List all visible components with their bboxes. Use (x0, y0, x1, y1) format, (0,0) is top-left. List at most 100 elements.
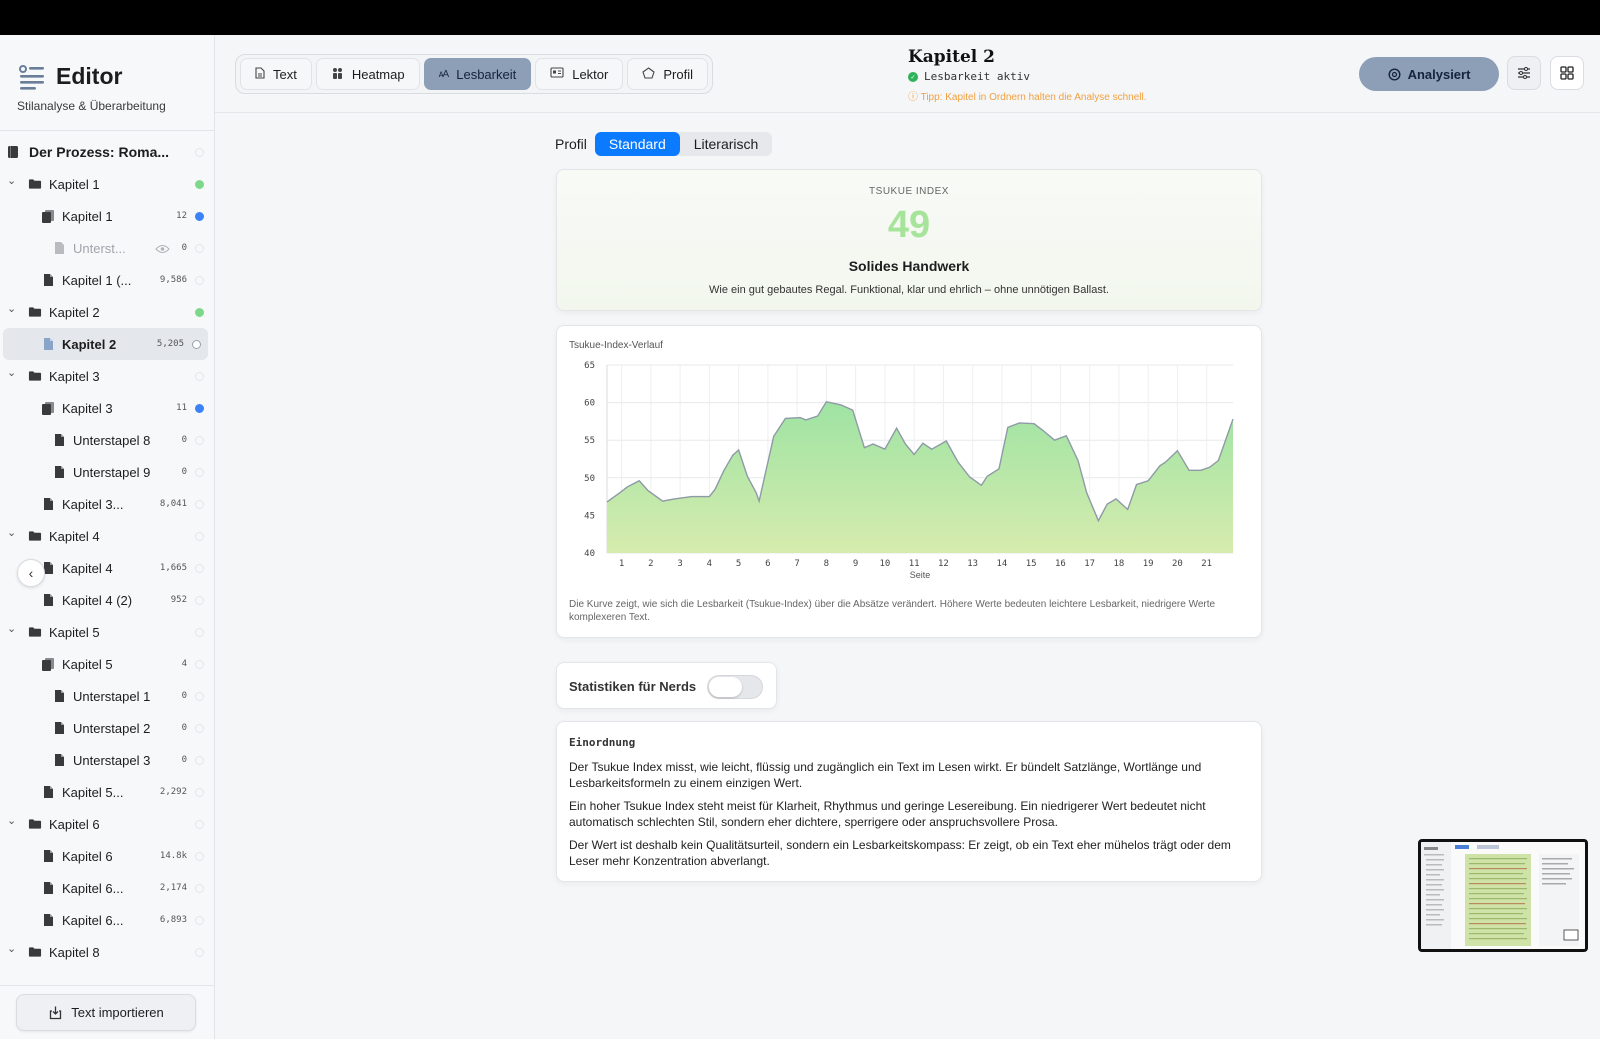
sidebar-item[interactable]: Unterstapel 2 0 (0, 712, 214, 744)
window-preview-thumbnail[interactable] (1418, 839, 1588, 952)
chevron-down-icon[interactable]: ⌄ (7, 366, 17, 379)
document-icon (52, 433, 66, 447)
sidebar-item[interactable]: ⌄ Kapitel 5 (0, 616, 214, 648)
status-dot (195, 915, 204, 925)
word-count: 952 (170, 595, 187, 605)
view-tabs: Text Heatmap ᴀA Lesbarkeit Lektor Profil (235, 54, 713, 94)
chart-title: Tsukue-Index-Verlauf (569, 340, 663, 351)
sidebar-item[interactable]: Kapitel 5... 2,292 (0, 776, 214, 808)
sidebar-item[interactable]: ⌄ Kapitel 6 (0, 808, 214, 840)
sidebar-item[interactable]: ⌄ Kapitel 4 (0, 520, 214, 552)
grid-view-button[interactable] (1550, 56, 1584, 90)
analyse-button[interactable]: Analysiert (1359, 57, 1499, 91)
sidebar-item[interactable]: ⌄ Kapitel 8 (0, 936, 214, 968)
document-icon (52, 753, 66, 767)
grid-icon (1560, 66, 1574, 80)
sidebar-item[interactable]: Kapitel 3... 8,041 (0, 488, 214, 520)
tab-profil[interactable]: Profil (627, 58, 708, 90)
eye-icon[interactable] (155, 242, 170, 257)
document-icon (41, 273, 55, 287)
classification-paragraph: Der Tsukue Index misst, wie leicht, flüs… (569, 760, 1202, 790)
word-count: 1,665 (159, 563, 187, 573)
index-chart-card: Tsukue-Index-Verlauf 40 45 50 55 60 65 1 2 3 4 5 6 7… (556, 325, 1262, 638)
chevron-down-icon[interactable]: ⌄ (7, 622, 17, 635)
chevron-down-icon[interactable]: ⌄ (7, 942, 17, 955)
classification-paragraph: Ein hoher Tsukue Index steht meist für K… (569, 799, 1206, 829)
sidebar-item[interactable]: Kapitel 6 14.8k (0, 840, 214, 872)
nerd-stats-toggle[interactable] (707, 675, 763, 699)
x-tick-label: 7 (794, 559, 799, 569)
sidebar-item-label: Kapitel 8 (49, 944, 100, 960)
sidebar-item[interactable]: Der Prozess: Roma... (0, 136, 214, 168)
sidebar-item[interactable]: Kapitel 4 (2) 952 (0, 584, 214, 616)
sidebar-item[interactable]: Kapitel 6... 2,174 (0, 872, 214, 904)
tab-lektor[interactable]: Lektor (535, 58, 624, 90)
sidebar-item[interactable]: ⌄ Kapitel 1 (0, 168, 214, 200)
sidebar-item-label: Unterstapel 1 (73, 688, 151, 704)
import-text-button[interactable]: Text importieren (16, 994, 196, 1031)
sidebar-item[interactable]: Kapitel 3 11 (0, 392, 214, 424)
tab-label: Lesbarkeit (456, 66, 517, 82)
y-tick-label: 60 (584, 399, 595, 409)
sidebar-item[interactable]: ⌄ Kapitel 2 (0, 296, 214, 328)
editor-list-icon (19, 64, 44, 90)
analyse-label: Analysiert (1407, 66, 1471, 82)
chevron-down-icon[interactable]: ⌄ (7, 814, 17, 827)
divider (0, 130, 214, 131)
folder-icon (28, 305, 42, 319)
sidebar-item[interactable]: Unterstapel 9 0 (0, 456, 214, 488)
status-dot (195, 851, 204, 861)
chevron-down-icon[interactable]: ⌄ (7, 526, 17, 539)
folder-icon (28, 817, 42, 831)
sidebar-item[interactable]: Kapitel 6... 6,893 (0, 904, 214, 936)
sidebar-item[interactable]: Unterstapel 1 0 (0, 680, 214, 712)
chart-note: Die Kurve zeigt, wie sich die Lesbarkeit… (569, 599, 1216, 623)
sidebar-item-label: Kapitel 6 (49, 816, 100, 832)
document-icon (41, 337, 55, 351)
word-count: 2,292 (159, 787, 187, 797)
sidebar-item[interactable]: Unterstapel 8 0 (0, 424, 214, 456)
sidebar-item[interactable]: Kapitel 1 12 (0, 200, 214, 232)
word-count: 6,893 (159, 915, 187, 925)
word-count: 0 (181, 755, 187, 765)
word-count: 12 (176, 211, 187, 221)
sidebar-item-label: Kapitel 6... (62, 880, 124, 896)
document-icon (52, 721, 66, 735)
chevron-down-icon[interactable]: ⌄ (7, 302, 17, 315)
status-dot (195, 307, 204, 317)
x-tick-label: 20 (1172, 559, 1183, 569)
chevron-down-icon[interactable]: ⌄ (7, 174, 17, 187)
word-count: 4 (181, 659, 187, 669)
status-dot (195, 723, 204, 733)
sidebar-item[interactable]: Kapitel 2 5,205 (3, 328, 208, 360)
collapse-sidebar-button[interactable]: ‹ (17, 559, 45, 587)
profile-option-literarisch[interactable]: Literarisch (680, 132, 773, 156)
profile-option-standard[interactable]: Standard (594, 132, 680, 156)
classification-card: Einordnung Der Tsukue Index misst, wie l… (556, 721, 1262, 882)
sidebar-item-label: Unterstapel 3 (73, 752, 151, 768)
tab-heatmap[interactable]: Heatmap (315, 58, 420, 90)
sidebar-item[interactable]: Unterst... 0 (0, 232, 214, 264)
stack-icon (41, 657, 55, 671)
index-rating-title: Solides Handwerk (848, 258, 970, 274)
sidebar-item[interactable]: Kapitel 1 (... 9,586 (0, 264, 214, 296)
tab-text[interactable]: Text (240, 58, 312, 90)
word-count: 8,041 (159, 499, 187, 509)
filter-settings-button[interactable] (1507, 56, 1541, 90)
nerd-stats-label: Statistiken für Nerds (569, 679, 697, 694)
sidebar-item-label: Kapitel 4 (2) (62, 592, 133, 608)
book-icon (6, 145, 20, 159)
document-tree: Der Prozess: Roma... ⌄ Kapitel 1 Kapitel 1 1… (0, 136, 214, 968)
stack-icon (41, 209, 55, 223)
tab-lesbarkeit[interactable]: ᴀA Lesbarkeit (423, 58, 532, 90)
sidebar-item[interactable]: ⌄ Kapitel 3 (0, 360, 214, 392)
word-count: 9,586 (159, 275, 187, 285)
sidebar-item[interactable]: Kapitel 5 4 (0, 648, 214, 680)
x-tick-label: 2 (648, 559, 653, 569)
gear-icon (192, 339, 201, 349)
sidebar-item-label: Kapitel 5 (49, 624, 100, 640)
word-count: 0 (181, 435, 187, 445)
sidebar-item[interactable]: Unterstapel 3 0 (0, 744, 214, 776)
x-tick-label: 5 (736, 559, 741, 569)
x-tick-label: 3 (677, 559, 682, 569)
